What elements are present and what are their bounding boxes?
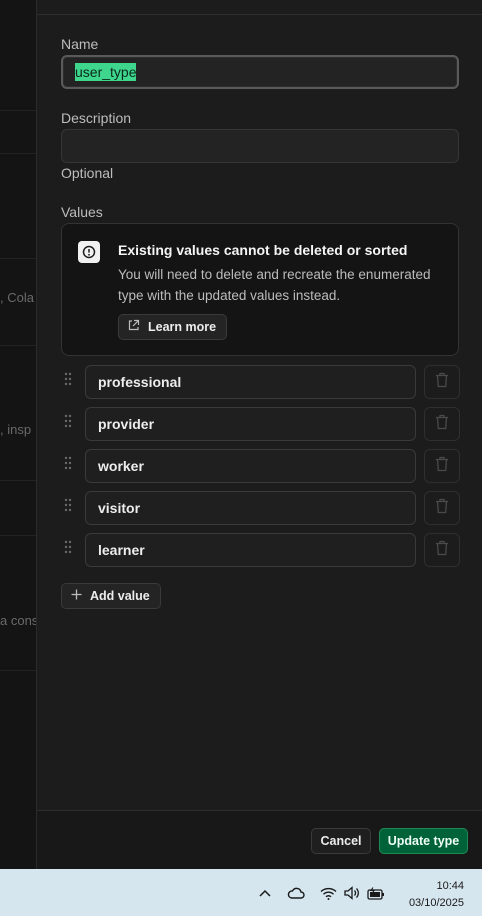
delete-value-button[interactable] bbox=[424, 533, 460, 567]
trash-icon bbox=[435, 540, 449, 561]
divider bbox=[0, 258, 36, 259]
divider bbox=[0, 535, 36, 536]
divider bbox=[0, 153, 36, 154]
external-link-icon bbox=[127, 319, 140, 335]
notice-body: You will need to delete and recreate the… bbox=[118, 267, 431, 303]
background-text: , insp bbox=[0, 422, 32, 437]
update-type-button[interactable]: Update type bbox=[379, 828, 468, 854]
background-page: , Cola , insp a cons bbox=[0, 0, 36, 869]
delete-value-button[interactable] bbox=[424, 449, 460, 483]
value-input[interactable]: learner bbox=[85, 533, 416, 567]
drag-handle-icon[interactable] bbox=[64, 414, 72, 428]
add-value-label: Add value bbox=[90, 589, 150, 603]
battery-charging-icon[interactable] bbox=[367, 884, 385, 902]
learn-more-button[interactable]: Learn more bbox=[118, 314, 228, 340]
value-row: learner bbox=[61, 533, 461, 567]
divider bbox=[0, 110, 36, 111]
drag-handle-icon[interactable] bbox=[64, 372, 72, 386]
background-text: a cons bbox=[0, 613, 36, 628]
divider bbox=[0, 670, 36, 671]
values-label: Values bbox=[61, 204, 103, 220]
value-row: visitor bbox=[61, 491, 461, 525]
name-input[interactable]: user_type bbox=[61, 55, 459, 89]
volume-icon[interactable] bbox=[343, 884, 361, 902]
info-icon bbox=[78, 241, 100, 263]
drag-handle-icon[interactable] bbox=[64, 498, 72, 512]
values-notice: Existing values cannot be deleted or sor… bbox=[61, 223, 459, 356]
add-value-button[interactable]: Add value bbox=[61, 583, 161, 609]
drag-handle-icon[interactable] bbox=[64, 456, 72, 470]
value-input[interactable]: worker bbox=[85, 449, 416, 483]
delete-value-button[interactable] bbox=[424, 491, 460, 525]
value-input[interactable]: provider bbox=[85, 407, 416, 441]
cloud-icon[interactable] bbox=[287, 884, 305, 902]
trash-icon bbox=[435, 498, 449, 519]
divider bbox=[0, 345, 36, 346]
notice-title: Existing values cannot be deleted or sor… bbox=[118, 242, 408, 258]
value-input[interactable]: visitor bbox=[85, 491, 416, 525]
trash-icon bbox=[435, 456, 449, 477]
clock-date: 03/10/2025 bbox=[408, 897, 464, 909]
plus-icon bbox=[71, 589, 82, 603]
delete-value-button[interactable] bbox=[424, 407, 460, 441]
wifi-icon[interactable] bbox=[319, 884, 337, 902]
name-input-value: user_type bbox=[75, 63, 137, 81]
taskbar: 10:44 03/10/2025 bbox=[0, 869, 482, 916]
trash-icon bbox=[435, 414, 449, 435]
cancel-button[interactable]: Cancel bbox=[311, 828, 371, 854]
background-text: , Cola bbox=[0, 290, 34, 305]
description-input[interactable] bbox=[61, 129, 459, 163]
system-clock[interactable]: 10:44 03/10/2025 bbox=[409, 878, 464, 912]
value-row: professional bbox=[61, 365, 461, 399]
clock-time: 10:44 bbox=[436, 880, 464, 892]
edit-enum-panel: Name user_type Description Optional Valu… bbox=[36, 0, 482, 869]
value-row: provider bbox=[61, 407, 461, 441]
value-input[interactable]: professional bbox=[85, 365, 416, 399]
panel-header-divider bbox=[37, 14, 482, 15]
name-label: Name bbox=[61, 36, 99, 52]
description-label: Description bbox=[61, 110, 132, 126]
trash-icon bbox=[435, 372, 449, 393]
drag-handle-icon[interactable] bbox=[64, 540, 72, 554]
delete-value-button[interactable] bbox=[424, 365, 460, 399]
learn-more-label: Learn more bbox=[148, 320, 217, 334]
panel-footer: Cancel Update type bbox=[37, 810, 482, 869]
chevron-up-icon[interactable] bbox=[256, 884, 274, 902]
value-row: worker bbox=[61, 449, 461, 483]
description-hint: Optional bbox=[61, 165, 114, 181]
divider bbox=[0, 480, 36, 481]
